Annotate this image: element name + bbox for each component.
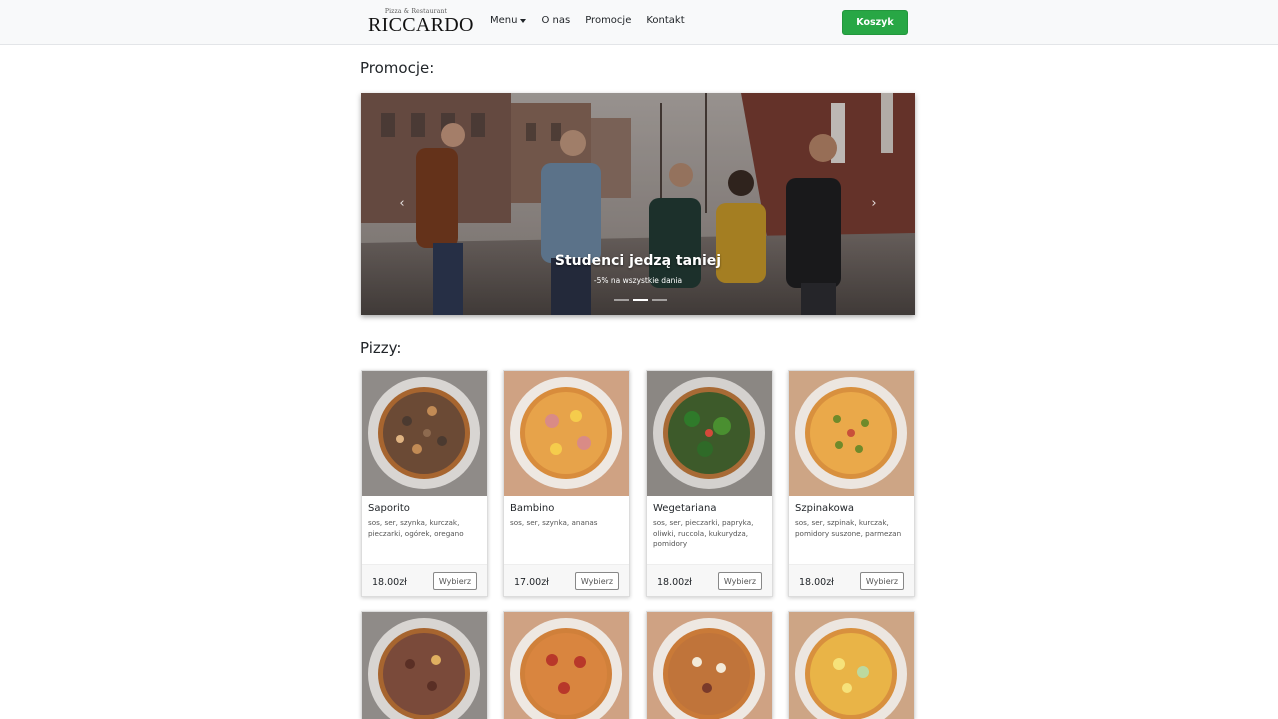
carousel-indicator[interactable] xyxy=(652,299,667,301)
card-body: Wegetariana sos, ser, pieczarki, papryka… xyxy=(653,503,770,550)
caret-down-icon xyxy=(520,18,527,23)
pizza-ingredients: sos, ser, pieczarki, papryka, oliwki, ru… xyxy=(653,518,754,548)
carousel-indicator[interactable] xyxy=(614,299,629,301)
pizza-card xyxy=(361,611,488,719)
pizza-price: 18.00zł xyxy=(657,577,692,588)
nav-item-about[interactable]: O nas xyxy=(541,15,570,26)
carousel-subtitle: -5% na wszystkie dania xyxy=(593,276,683,285)
pizza-ingredients: sos, ser, szynka, ananas xyxy=(510,518,598,527)
pizza-image xyxy=(504,371,629,496)
choose-button[interactable]: Wybierz xyxy=(718,572,762,590)
card-footer: 18.00zł Wybierz xyxy=(789,564,914,596)
main-nav: Menu O nas Promocje Kontakt xyxy=(490,15,700,26)
nav-item-label: Promocje xyxy=(585,15,632,26)
pizza-image xyxy=(362,612,487,719)
promo-carousel: ‹ › Studenci jedzą taniej -5% na wszystk… xyxy=(361,93,915,315)
pizza-image xyxy=(789,371,914,496)
brand-name: RICCARDO xyxy=(368,14,474,36)
cart-button[interactable]: Koszyk xyxy=(842,10,908,35)
pizza-name: Wegetariana xyxy=(653,503,717,514)
pizza-name: Bambino xyxy=(510,503,555,514)
choose-button[interactable]: Wybierz xyxy=(433,572,477,590)
card-footer: 17.00zł Wybierz xyxy=(504,564,629,596)
pizza-card xyxy=(646,611,773,719)
nav-item-label: Kontakt xyxy=(646,15,685,26)
pizza-card xyxy=(503,611,630,719)
carousel-indicator-active[interactable] xyxy=(633,299,648,301)
nav-item-label: Menu xyxy=(490,15,518,26)
pizza-ingredients: sos, ser, szpinak, kurczak, pomidory sus… xyxy=(795,518,902,538)
pizza-card: Szpinakowa sos, ser, szpinak, kurczak, p… xyxy=(788,370,915,597)
nav-item-promotions[interactable]: Promocje xyxy=(585,15,631,26)
card-body: Szpinakowa sos, ser, szpinak, kurczak, p… xyxy=(795,503,912,539)
pizza-image xyxy=(504,612,629,719)
pizza-image xyxy=(362,371,487,496)
pizzas-heading: Pizzy: xyxy=(360,339,402,357)
pizza-price: 18.00zł xyxy=(799,577,834,588)
choose-button[interactable]: Wybierz xyxy=(860,572,904,590)
choose-button[interactable]: Wybierz xyxy=(575,572,619,590)
pizza-image xyxy=(789,612,914,719)
pizza-price: 17.00zł xyxy=(514,577,549,588)
card-footer: 18.00zł Wybierz xyxy=(362,564,487,596)
pizza-card xyxy=(788,611,915,719)
pizza-card: Wegetariana sos, ser, pieczarki, papryka… xyxy=(646,370,773,597)
card-body: Bambino sos, ser, szynka, ananas xyxy=(510,503,627,529)
navbar: Pizza & Restaurant RICCARDO Menu O nas P… xyxy=(0,0,1278,45)
nav-item-contact[interactable]: Kontakt xyxy=(646,15,684,26)
pizza-card: Bambino sos, ser, szynka, ananas 17.00zł… xyxy=(503,370,630,597)
nav-item-menu[interactable]: Menu xyxy=(490,15,527,26)
chevron-right-icon[interactable]: › xyxy=(868,197,880,211)
carousel-indicators xyxy=(612,299,669,301)
nav-item-label: O nas xyxy=(541,15,571,26)
chevron-left-icon[interactable]: ‹ xyxy=(396,197,408,211)
pizza-image xyxy=(647,612,772,719)
pizza-name: Saporito xyxy=(368,503,410,514)
brand-logo[interactable]: Pizza & Restaurant RICCARDO xyxy=(368,8,474,36)
carousel-title: Studenci jedzą taniej xyxy=(554,253,722,269)
pizza-price: 18.00zł xyxy=(372,577,407,588)
pizza-ingredients: sos, ser, szynka, kurczak, pieczarki, og… xyxy=(368,518,464,538)
promotions-heading: Promocje: xyxy=(360,59,435,77)
pizza-image xyxy=(647,371,772,496)
pizza-card: Saporito sos, ser, szynka, kurczak, piec… xyxy=(361,370,488,597)
card-footer: 18.00zł Wybierz xyxy=(647,564,772,596)
card-body: Saporito sos, ser, szynka, kurczak, piec… xyxy=(368,503,485,539)
pizza-name: Szpinakowa xyxy=(795,503,855,514)
carousel-caption: Studenci jedzą taniej -5% na wszystkie d… xyxy=(361,253,915,285)
